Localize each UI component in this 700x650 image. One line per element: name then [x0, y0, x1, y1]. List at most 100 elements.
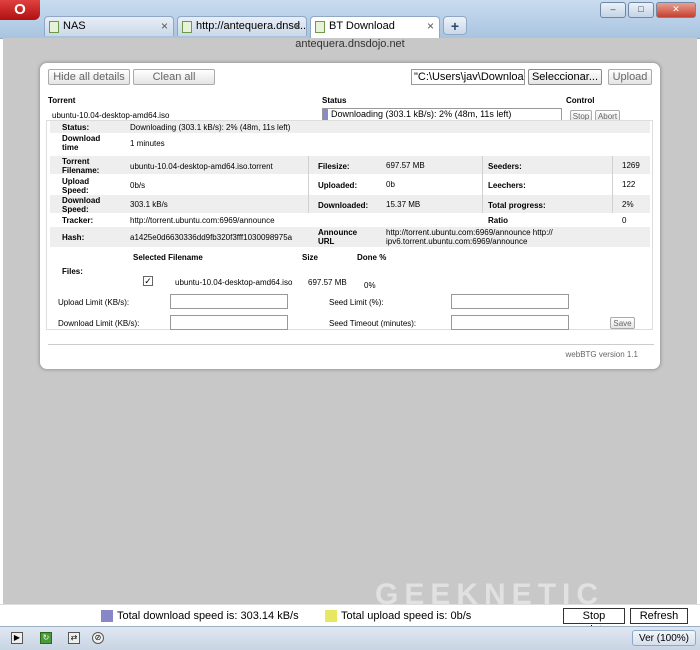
hide-all-details-button[interactable]: Hide all details [48, 69, 130, 85]
title-bar: O NAS × http://antequera.dnsd... × BT Do… [0, 0, 700, 39]
leechers-value: 122 [622, 180, 636, 189]
upload-button[interactable]: Upload [608, 69, 652, 85]
control-header: Control [566, 96, 595, 105]
tab-title: http://antequera.dnsd... [196, 20, 307, 32]
download-time-label: time [62, 143, 79, 152]
seed-limit-input[interactable] [451, 294, 569, 309]
select-folder-button[interactable]: Seleccionar... [528, 69, 602, 85]
tab-title: BT Download [329, 20, 395, 32]
hash-value: a1425e0d6630336dd9fb320f3fff1030098975a [130, 233, 293, 242]
files-col-done: Done % [357, 253, 387, 262]
block-content-icon[interactable]: ⊘ [92, 632, 104, 644]
download-color-swatch [101, 610, 113, 622]
upload-limit-input[interactable] [170, 294, 288, 309]
upload-color-swatch [325, 610, 337, 622]
uploaded-value: 0b [386, 180, 395, 189]
speed-bar: Total download speed is: 303.14 kB/s Tot… [0, 604, 700, 636]
file-size: 697.57 MB [308, 278, 347, 287]
total-upload-speed: Total upload speed is: 0b/s [341, 610, 472, 622]
close-window-icon[interactable]: ✕ [656, 2, 696, 18]
tab-title: NAS [63, 20, 86, 32]
zoom-control[interactable]: Ver (100%) [631, 630, 696, 646]
upload-speed-label: Speed: [62, 186, 89, 195]
tab-antequera[interactable]: http://antequera.dnsd... × [177, 16, 307, 36]
bt-panel: Hide all details Clean all "C:\Users\jav… [39, 62, 661, 370]
torrent-filename-label: Filename: [62, 166, 100, 175]
stop-updates-button[interactable]: Stop updates [563, 608, 625, 636]
panel-toggle-icon[interactable]: ▶ [11, 632, 23, 644]
filesize-label: Filesize: [318, 162, 350, 171]
download-speed-label: Speed: [62, 205, 89, 214]
save-button[interactable]: Save [610, 317, 635, 329]
column-divider [482, 156, 483, 213]
tab-strip: NAS × http://antequera.dnsd... × BT Down… [44, 16, 467, 38]
status-value: Downloading (303.1 kB/s): 2% (48m, 11s l… [130, 123, 291, 132]
torrent-name: ubuntu-10.04-desktop-amd64.iso [52, 111, 170, 120]
window-controls: – □ ✕ [600, 2, 696, 18]
downloaded-label: Downloaded: [318, 201, 369, 210]
panel-divider [48, 344, 654, 345]
seeders-value: 1269 [622, 161, 640, 170]
page-icon [315, 21, 325, 33]
page-viewport: antequera.dnsdojo.net Hide all details C… [3, 38, 697, 604]
filesize-value: 697.57 MB [386, 161, 425, 170]
files-label: Files: [62, 267, 83, 276]
browser-status-bar: ▶ ↻ ⇄ ⊘ Ver (100%) [0, 626, 700, 650]
tracker-value: http://torrent.ubuntu.com:6969/announce [130, 216, 275, 225]
torrent-filename-label: Torrent [62, 157, 90, 166]
progress-text: Downloading (303.1 kB/s): 2% (48m, 11s l… [331, 109, 512, 119]
leechers-label: Leechers: [488, 181, 526, 190]
announce-url-value: ipv6.torrent.ubuntu.com:6969/announce [386, 237, 528, 246]
announce-url-label: URL [318, 237, 335, 246]
close-tab-icon[interactable]: × [294, 19, 301, 33]
files-col-size: Size [302, 253, 319, 262]
download-speed-value: 303.1 kB/s [130, 200, 168, 209]
page-icon [182, 21, 192, 33]
downloaded-value: 15.37 MB [386, 200, 421, 209]
tab-bt-download[interactable]: BT Download × [310, 16, 440, 38]
seed-timeout-input[interactable] [451, 315, 569, 330]
version-label: webBTG version 1.1 [565, 350, 638, 359]
sync-icon[interactable]: ↻ [40, 632, 52, 644]
refresh-now-button[interactable]: Refresh now [630, 608, 688, 636]
page-icon [49, 21, 59, 33]
close-tab-icon[interactable]: × [161, 19, 168, 33]
download-time-value: 1 minutes [130, 139, 165, 148]
ratio-value: 0 [622, 216, 627, 225]
minimize-icon[interactable]: – [600, 2, 626, 18]
download-path-input[interactable]: "C:\Users\jav\Downloads" [411, 69, 525, 85]
status-header: Status [322, 96, 347, 105]
ratio-label: Ratio [488, 216, 508, 225]
download-time-label: Download [62, 134, 101, 143]
opera-menu-button[interactable]: O [0, 0, 40, 20]
network-icon[interactable]: ⇄ [68, 632, 80, 644]
torrent-header: Torrent [48, 96, 76, 105]
seed-limit-label: Seed Limit (%): [329, 298, 384, 307]
total-progress-label: Total progress: [488, 201, 546, 210]
progress-fill [323, 109, 328, 120]
clean-all-button[interactable]: Clean all [133, 69, 215, 85]
file-select-checkbox[interactable]: ✓ [143, 276, 153, 286]
maximize-icon[interactable]: □ [628, 2, 654, 18]
total-download-speed: Total download speed is: 303.14 kB/s [117, 610, 299, 622]
announce-url-value: http://torrent.ubuntu.com:6969/announce … [386, 228, 553, 237]
seed-timeout-label: Seed Timeout (minutes): [329, 319, 417, 328]
column-divider [308, 156, 309, 213]
upload-speed-label: Upload [62, 177, 90, 186]
uploaded-label: Uploaded: [318, 181, 358, 190]
tracker-label: Tracker: [62, 216, 94, 225]
upload-limit-label: Upload Limit (KB/s): [58, 298, 130, 307]
tab-nas[interactable]: NAS × [44, 16, 174, 36]
page-url: antequera.dnsdojo.net [295, 38, 405, 50]
close-tab-icon[interactable]: × [427, 19, 434, 33]
new-tab-button[interactable]: + [443, 16, 467, 35]
hash-label: Hash: [62, 233, 85, 242]
torrent-filename-value: ubuntu-10.04-desktop-amd64.iso.torrent [130, 162, 273, 171]
total-progress-value: 2% [622, 200, 634, 209]
seeders-label: Seeders: [488, 162, 522, 171]
files-col-filename: Selected Filename [133, 253, 203, 262]
upload-speed-value: 0b/s [130, 181, 146, 190]
file-done: 0% [364, 281, 376, 290]
status-label: Status: [62, 123, 90, 132]
download-limit-input[interactable] [170, 315, 288, 330]
